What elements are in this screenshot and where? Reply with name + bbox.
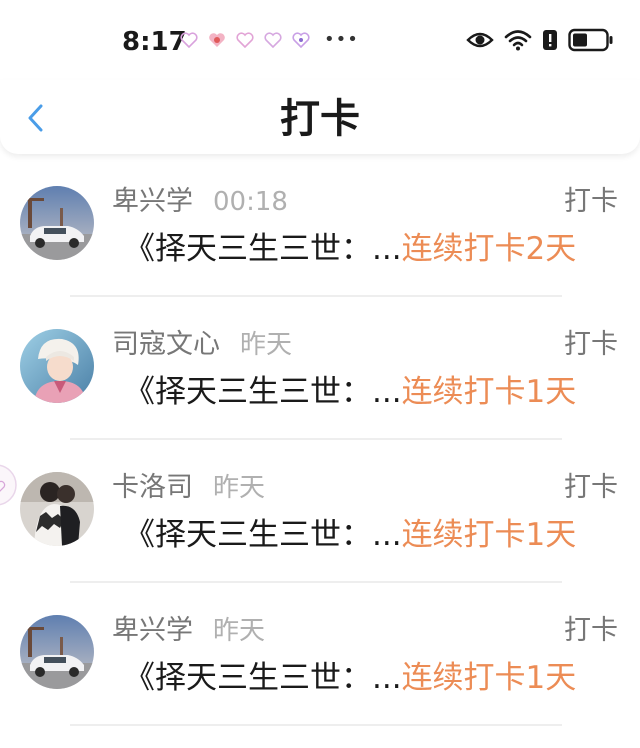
eye-icon bbox=[466, 32, 494, 48]
content-line: 《择天三生三世：... 连续打卡1天 bbox=[124, 514, 624, 556]
avatar[interactable] bbox=[20, 615, 94, 689]
content-line: 《择天三生三世：... 连续打卡1天 bbox=[124, 371, 624, 413]
user-name[interactable]: 卑兴学 bbox=[112, 184, 193, 220]
post-time: 昨天 bbox=[213, 473, 266, 503]
list-item[interactable]: 卑兴学 00:18 打卡 《择天三生三世：... 连续打卡2天 bbox=[0, 176, 640, 319]
wifi-icon bbox=[504, 30, 532, 51]
list-item[interactable]: 司寇文心 昨天 打卡 《择天三生三世：... 连续打卡1天 bbox=[0, 319, 640, 462]
streak-text: 连续打卡1天 bbox=[401, 660, 577, 696]
status-bar: 8:17 ••• bbox=[0, 0, 640, 80]
divider bbox=[70, 581, 562, 583]
page-title: 打卡 bbox=[280, 96, 360, 142]
divider bbox=[70, 438, 562, 440]
divider bbox=[70, 295, 562, 297]
checkin-list: 卑兴学 00:18 打卡 《择天三生三世：... 连续打卡2天 司寇文心 昨天 … bbox=[0, 176, 640, 748]
name-line: 卡洛司 昨天 bbox=[112, 470, 265, 506]
heart-notification-icon bbox=[236, 32, 254, 48]
notification-icons: ••• bbox=[180, 30, 359, 50]
action-label: 打卡 bbox=[564, 472, 618, 503]
divider bbox=[70, 724, 562, 726]
post-time: 昨天 bbox=[213, 616, 266, 646]
content-line: 《择天三生三世：... 连续打卡2天 bbox=[124, 228, 624, 270]
nav-header: 打卡 bbox=[0, 80, 640, 154]
book-title[interactable]: 《择天三生三世：... bbox=[124, 228, 402, 270]
heart-notification-icon bbox=[264, 32, 282, 48]
book-title[interactable]: 《择天三生三世：... bbox=[124, 371, 402, 413]
streak-text: 连续打卡1天 bbox=[401, 374, 577, 410]
action-label: 打卡 bbox=[564, 186, 618, 217]
name-line: 卑兴学 昨天 bbox=[112, 613, 265, 649]
streak-text: 连续打卡2天 bbox=[401, 231, 577, 267]
alert-icon bbox=[543, 30, 557, 50]
heart-notification-icon bbox=[209, 33, 225, 47]
name-line: 卑兴学 00:18 bbox=[112, 184, 288, 220]
user-name[interactable]: 卑兴学 bbox=[112, 613, 193, 649]
user-name[interactable]: 卡洛司 bbox=[112, 470, 193, 506]
avatar[interactable] bbox=[20, 472, 94, 546]
book-title[interactable]: 《择天三生三世：... bbox=[124, 514, 402, 556]
avatar[interactable] bbox=[20, 186, 94, 260]
list-item[interactable]: 卡洛司 昨天 打卡 《择天三生三世：... 连续打卡1天 bbox=[0, 462, 640, 605]
book-title[interactable]: 《择天三生三世：... bbox=[124, 657, 402, 699]
status-time: 8:17 bbox=[122, 27, 187, 57]
action-label: 打卡 bbox=[564, 329, 618, 360]
user-name[interactable]: 司寇文心 bbox=[112, 327, 220, 363]
streak-text: 连续打卡1天 bbox=[401, 517, 577, 553]
content-line: 《择天三生三世：... 连续打卡1天 bbox=[124, 657, 624, 699]
system-icons bbox=[466, 28, 614, 52]
post-time: 00:18 bbox=[213, 187, 288, 217]
heart-notification-icon bbox=[292, 32, 310, 48]
avatar[interactable] bbox=[20, 329, 94, 403]
name-line: 司寇文心 昨天 bbox=[112, 327, 292, 363]
action-label: 打卡 bbox=[564, 615, 618, 646]
post-time: 昨天 bbox=[240, 330, 293, 360]
more-notifications-icon: ••• bbox=[324, 29, 359, 50]
battery-icon bbox=[568, 28, 613, 52]
floating-ball-icon[interactable] bbox=[0, 455, 18, 515]
heart-notification-icon bbox=[180, 32, 198, 48]
